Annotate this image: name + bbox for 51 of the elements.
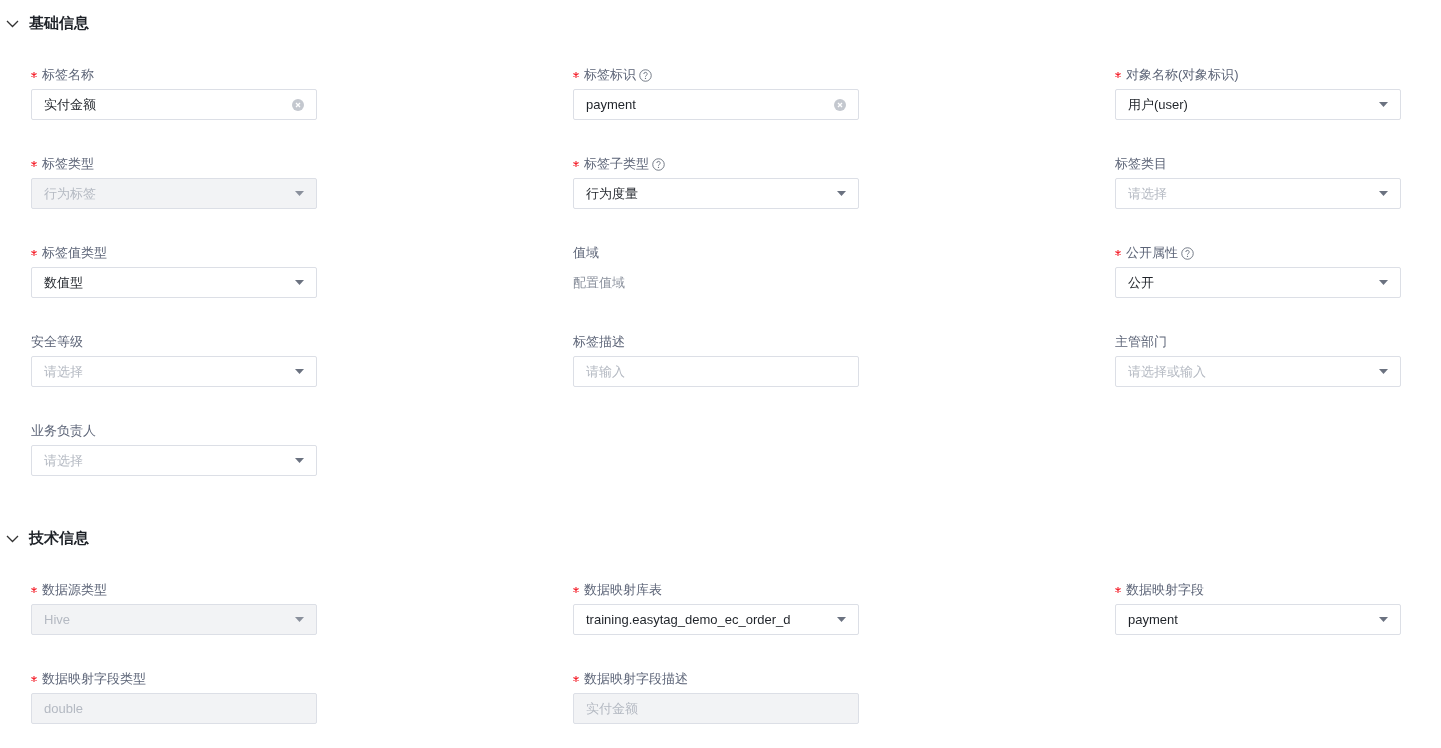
select-field[interactable]: payment [1115, 604, 1401, 635]
field-label: 标签类目 [1115, 155, 1167, 173]
select-field[interactable]: 请选择 [31, 356, 317, 387]
section-title: 技术信息 [29, 528, 89, 548]
dropdown-caret-icon [837, 191, 846, 196]
field-label: 标签类型 [42, 155, 94, 173]
dropdown-caret-icon [1379, 280, 1388, 285]
field-label: 标签描述 [573, 333, 625, 351]
field-label: 值域 [573, 244, 599, 262]
help-icon[interactable] [639, 68, 652, 82]
select-field[interactable]: 行为度量 [573, 178, 859, 209]
select-field[interactable]: 公开 [1115, 267, 1401, 298]
select-field[interactable]: 请选择 [1115, 178, 1401, 209]
field-label: 数据源类型 [42, 581, 107, 599]
field-label: 对象名称(对象标识) [1126, 66, 1239, 84]
input-field[interactable]: 请输入 [573, 356, 859, 387]
field-label: 数据映射字段 [1126, 581, 1204, 599]
field-label: 数据映射字段描述 [584, 670, 688, 688]
field-label: 数据映射库表 [584, 581, 662, 599]
dropdown-caret-icon [837, 617, 846, 622]
dropdown-caret-icon [295, 617, 304, 622]
clear-icon[interactable] [834, 98, 846, 111]
help-icon[interactable] [652, 157, 665, 171]
select-field[interactable]: 用户(user) [1115, 89, 1401, 120]
field-label: 业务负责人 [31, 422, 96, 440]
dropdown-caret-icon [1379, 191, 1388, 196]
field-label: 安全等级 [31, 333, 83, 351]
range-config-text: 配置值域 [573, 273, 625, 292]
dropdown-caret-icon [1379, 617, 1388, 622]
dropdown-caret-icon [295, 191, 304, 196]
select-field[interactable]: 请选择 [31, 445, 317, 476]
field-label: 标签名称 [42, 66, 94, 84]
select-field[interactable]: 数值型 [31, 267, 317, 298]
field-label: 数据映射字段类型 [42, 670, 146, 688]
field-label: 公开属性 [1126, 244, 1178, 262]
input-field[interactable]: payment [573, 89, 859, 120]
dropdown-caret-icon [295, 280, 304, 285]
dropdown-caret-icon [1379, 102, 1388, 107]
field-label: 标签标识 [584, 66, 636, 84]
field-label: 标签子类型 [584, 155, 649, 173]
dropdown-caret-icon [295, 369, 304, 374]
dropdown-caret-icon [1379, 369, 1388, 374]
help-icon[interactable] [1181, 246, 1194, 260]
select-field[interactable]: training.easytag_demo_ec_order_d [573, 604, 859, 635]
field-label: 主管部门 [1115, 333, 1167, 351]
field-label: 标签值类型 [42, 244, 107, 262]
input-field[interactable]: 实付金额 [31, 89, 317, 120]
clear-icon[interactable] [292, 98, 304, 111]
dropdown-caret-icon [295, 458, 304, 463]
section-title: 基础信息 [29, 13, 89, 33]
select-field[interactable]: 请选择或输入 [1115, 356, 1401, 387]
